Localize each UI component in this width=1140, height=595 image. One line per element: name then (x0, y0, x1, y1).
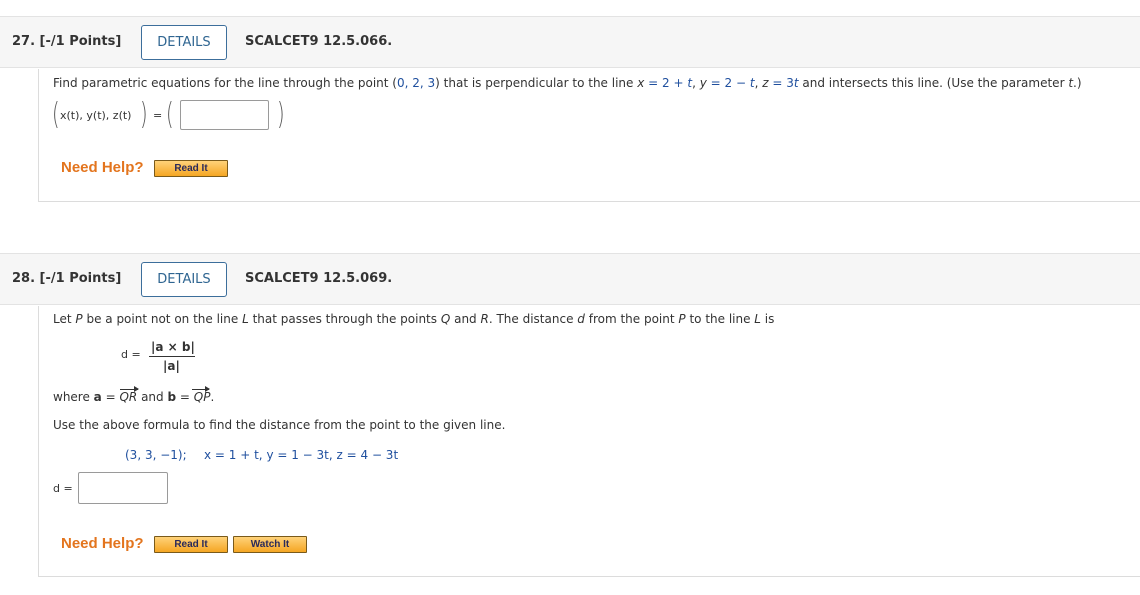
question-prompt: Find parametric equations for the line t… (53, 76, 1082, 90)
given-point: (3, 3, −1); (125, 448, 187, 462)
left-paren: ( (166, 97, 174, 132)
right-paren: ) (277, 97, 285, 132)
vector-arrow (192, 386, 210, 392)
where-clause: where a = QR and b = QP. (53, 390, 215, 404)
need-help-label: Need Help? (61, 159, 144, 176)
question-27-body: Find parametric equations for the line t… (38, 69, 1140, 202)
question-code: SCALCET9 12.5.069. (245, 271, 393, 286)
read-it-button[interactable]: Read It (154, 536, 228, 553)
equals-sign: = (153, 109, 163, 122)
question-27-header: 27. [-/1 Points] DETAILS SCALCET9 12.5.0… (0, 16, 1140, 68)
need-help-label: Need Help? (61, 535, 144, 552)
question-code: SCALCET9 12.5.066. (245, 34, 393, 49)
left-paren: ( (52, 97, 60, 132)
question-28-header: 28. [-/1 Points] DETAILS SCALCET9 12.5.0… (0, 253, 1140, 305)
details-button[interactable]: DETAILS (141, 262, 227, 297)
formula-denominator: |a| (163, 359, 180, 373)
right-paren: ) (140, 97, 148, 132)
given-line: x = 1 + t, y = 1 − 3t, z = 4 − 3t (204, 448, 399, 462)
answer-input[interactable] (78, 472, 168, 504)
question-28-body: Let P be a point not on the line L that … (38, 306, 1140, 577)
fraction-line (149, 356, 195, 357)
watch-it-button[interactable]: Watch It (233, 536, 307, 553)
formula-lhs: d = (121, 348, 141, 361)
question-number: 28. [-/1 Points] (12, 271, 122, 286)
read-it-button[interactable]: Read It (154, 160, 228, 177)
answer-label: d = (53, 482, 73, 495)
vector-arrow (120, 386, 139, 392)
answer-input[interactable] (180, 100, 269, 130)
question-prompt: Let P be a point not on the line L that … (53, 312, 775, 326)
vector-label: x(t), y(t), z(t) (60, 109, 132, 122)
instruction-text: Use the above formula to find the distan… (53, 418, 506, 432)
formula-numerator: |a × b| (151, 340, 195, 354)
question-number: 27. [-/1 Points] (12, 34, 122, 49)
details-button[interactable]: DETAILS (141, 25, 227, 60)
